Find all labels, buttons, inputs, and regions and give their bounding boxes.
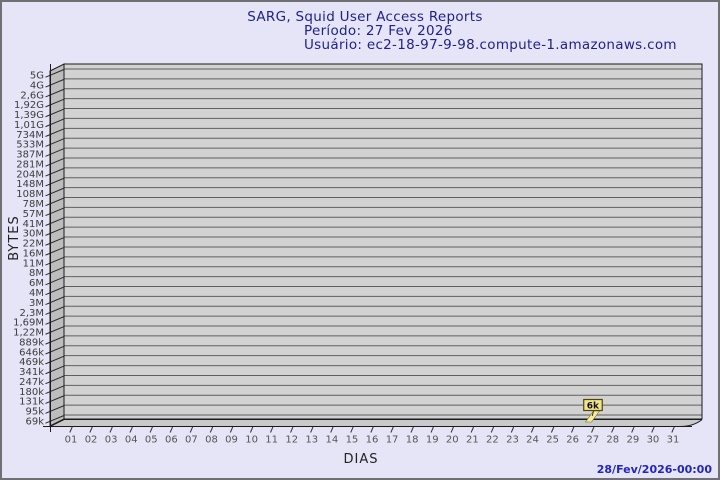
x-tick — [69, 426, 73, 433]
x-tick — [430, 426, 434, 433]
plot-floor-3d — [49, 419, 702, 427]
x-tick-label: 14 — [325, 435, 338, 446]
x-tick-label: 15 — [346, 435, 359, 446]
x-tick-label: 08 — [205, 435, 218, 446]
x-tick — [89, 426, 93, 433]
x-tick — [611, 426, 615, 433]
x-tick-label: 06 — [165, 435, 178, 446]
x-tick — [550, 426, 555, 433]
x-tick-label: 21 — [466, 435, 479, 446]
x-tick — [330, 426, 334, 433]
x-tick — [189, 426, 194, 433]
x-tick — [149, 426, 153, 433]
x-tick-label: 27 — [586, 435, 599, 446]
x-tick-label: 17 — [386, 435, 399, 446]
x-tick — [651, 426, 655, 433]
x-tick — [290, 426, 294, 433]
x-tick — [571, 426, 575, 433]
x-tick — [510, 426, 515, 433]
x-axis-ticks — [69, 426, 675, 433]
x-tick — [270, 426, 274, 433]
y-tick-label: 69k — [25, 417, 44, 428]
x-tick-label: 23 — [506, 435, 519, 446]
x-tick-label: 07 — [185, 435, 198, 446]
y-axis-title: BYTES — [7, 215, 22, 261]
x-tick — [390, 426, 394, 433]
x-tick-label: 26 — [566, 435, 579, 446]
x-tick-label: 16 — [366, 435, 379, 446]
plot-wall-3d — [49, 63, 65, 427]
x-tick-label: 19 — [426, 435, 439, 446]
x-tick-label: 30 — [647, 435, 660, 446]
x-tick-label: 25 — [546, 435, 559, 446]
x-tick-label: 05 — [145, 435, 158, 446]
x-tick-label: 24 — [526, 435, 539, 446]
x-tick-label: 10 — [245, 435, 258, 446]
x-tick — [631, 426, 635, 433]
x-tick-label: 29 — [627, 435, 640, 446]
x-tick — [169, 426, 173, 433]
x-tick — [310, 426, 314, 433]
x-tick — [350, 426, 354, 433]
x-tick — [470, 426, 474, 433]
x-tick-label: 20 — [446, 435, 459, 446]
x-tick — [450, 426, 454, 433]
x-tick-label: 22 — [486, 435, 499, 446]
x-tick — [109, 426, 113, 433]
sarg-report-window: SARG, Squid User Access Reports Período:… — [0, 0, 720, 480]
x-tick — [249, 426, 254, 433]
x-tick-label: 04 — [125, 435, 138, 446]
x-tick-label: 11 — [265, 435, 278, 446]
x-tick — [209, 426, 214, 433]
x-tick-label: 31 — [667, 435, 680, 446]
x-tick-label: 18 — [406, 435, 419, 446]
x-tick-label: 03 — [105, 435, 118, 446]
x-tick-label: 12 — [285, 435, 298, 446]
x-tick-label: 02 — [85, 435, 98, 446]
x-axis-tick-labels: 01 02 03 04 05 06 07 08 09 10 11 12 13 14 15 16 17 18 19 20… — [65, 435, 680, 446]
generated-timestamp: 28/Fev/2026-00:00 — [597, 463, 713, 476]
chart-user-subtitle: Usuário: ec2-18-97-9-98.compute-1.amazon… — [304, 37, 677, 53]
x-tick — [530, 426, 535, 433]
x-tick — [410, 426, 414, 433]
x-tick-label: 01 — [65, 435, 78, 446]
x-tick — [129, 426, 133, 433]
x-tick — [370, 426, 374, 433]
access-report-chart: SARG, Squid User Access Reports Período:… — [7, 9, 713, 476]
marker-value-label: 6k — [587, 402, 600, 412]
x-tick — [671, 426, 675, 433]
x-tick-label: 28 — [606, 435, 619, 446]
x-tick — [229, 426, 234, 433]
x-tick — [490, 426, 495, 433]
x-tick-label: 09 — [225, 435, 238, 446]
x-tick — [591, 426, 595, 433]
x-axis-title: DIAS — [344, 452, 379, 467]
x-tick-label: 13 — [305, 435, 318, 446]
